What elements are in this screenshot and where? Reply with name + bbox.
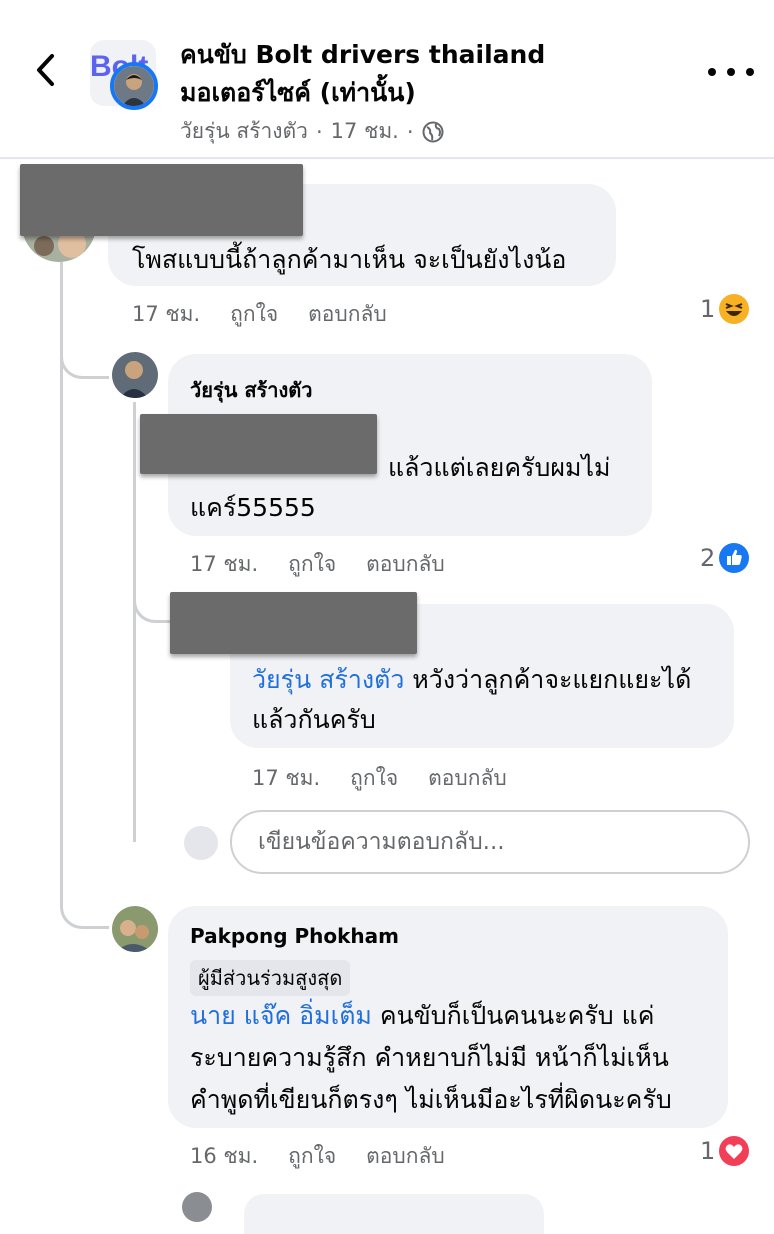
comment-actions: 16 ชม. ถูกใจ ตอบกลับ (190, 1140, 445, 1173)
comment-actions: 17 ชม. ถูกใจ ตอบกลับ (190, 548, 445, 581)
more-options-button[interactable] (708, 56, 754, 88)
mention-link[interactable]: วัยรุ่น สร้างตัว (252, 665, 404, 694)
comment-text-line: แคร์55555 (190, 493, 316, 522)
more-dot-icon (746, 68, 754, 76)
redacted-name (170, 592, 417, 654)
reply-input-placeholder: เขียนข้อความตอบกลับ... (258, 829, 505, 855)
chevron-left-icon (37, 54, 54, 86)
comment-time[interactable]: 17 ชม. (190, 548, 258, 581)
comment-text-line: แล้วแต่เลยครับผมไม่ (388, 453, 611, 482)
reply-button[interactable]: ตอบกลับ (366, 548, 445, 581)
like-button[interactable]: ถูกใจ (288, 548, 336, 581)
reaction-summary[interactable]: 2 (700, 543, 750, 573)
author-name[interactable]: วัยรุ่น สร้างตัว (180, 115, 308, 148)
reply-button[interactable]: ตอบกลับ (428, 762, 507, 795)
thread-connector (60, 880, 109, 929)
like-button[interactable]: ถูกใจ (288, 1140, 336, 1173)
group-title[interactable]: คนขับ Bolt drivers thailand มอเตอร์ไซค์ … (180, 36, 640, 112)
reply-button[interactable]: ตอบกลับ (308, 298, 387, 331)
redacted-name (20, 164, 303, 236)
my-avatar (184, 826, 218, 860)
reaction-summary[interactable]: 1 (700, 1136, 750, 1166)
commenter-name[interactable]: วัยรุ่น สร้างตัว (190, 374, 313, 406)
more-dot-icon (708, 68, 716, 76)
commenter-avatar[interactable] (112, 906, 158, 952)
commenter-avatar[interactable] (182, 1192, 212, 1222)
person-photo-icon (112, 906, 158, 952)
comment-text-line: นาย แจ๊ค อิ่มเต็ม คนขับก็เป็นคนนะครับ แค… (190, 996, 654, 1036)
like-reaction-icon (719, 543, 750, 573)
comment-time[interactable]: 17 ชม. (132, 298, 200, 331)
group-title-line2: มอเตอร์ไซค์ (เท่านั้น) (180, 78, 416, 107)
thread-line (133, 402, 136, 842)
haha-reaction-icon (719, 294, 750, 324)
comment-actions: 17 ชม. ถูกใจ ตอบกลับ (132, 298, 387, 331)
commenter-avatar[interactable] (112, 352, 158, 398)
person-photo-icon (114, 66, 154, 106)
reply-button[interactable]: ตอบกลับ (366, 1140, 445, 1173)
comment-bubble[interactable] (244, 1194, 544, 1234)
author-avatar[interactable] (110, 62, 158, 110)
mention-link[interactable]: นาย แจ๊ค อิ่มเต็ม (190, 1001, 372, 1030)
globe-icon (422, 121, 444, 142)
header-divider (0, 157, 774, 159)
love-reaction-icon (719, 1136, 750, 1166)
comment-text-line: วัยรุ่น สร้างตัว หวังว่าลูกค้าจะแยกแยะได… (252, 660, 691, 700)
back-button[interactable] (26, 50, 66, 90)
like-button[interactable]: ถูกใจ (350, 762, 398, 795)
reaction-count: 1 (700, 295, 716, 323)
more-dot-icon (727, 68, 735, 76)
like-button[interactable]: ถูกใจ (230, 298, 278, 331)
meta-separator: · (315, 119, 323, 144)
comment-text: คนขับก็เป็นคนนะครับ แค่ (371, 1001, 655, 1030)
group-title-line1: คนขับ Bolt drivers thailand (180, 40, 546, 69)
comment-text: หวังว่าลูกค้าจะแยกแยะได้ (404, 665, 692, 694)
post-time[interactable]: 17 ชม. (331, 115, 399, 148)
person-photo-icon (112, 352, 158, 398)
thread-connector (60, 330, 109, 379)
comment-text-line: คำพูดที่เขียนก็ตรงๆ ไม่เห็นมีอะไรที่ผิดน… (190, 1085, 672, 1114)
redacted-name (140, 414, 377, 474)
reaction-count: 2 (700, 544, 716, 572)
reply-input[interactable]: เขียนข้อความตอบกลับ... (230, 810, 750, 874)
meta-separator: · (406, 119, 414, 144)
comment-time[interactable]: 17 ชม. (252, 762, 320, 795)
top-fan-badge: ผู้มีส่วนร่วมสูงสุด (190, 960, 351, 996)
comment-time[interactable]: 16 ชม. (190, 1140, 258, 1173)
reaction-summary[interactable]: 1 (700, 294, 750, 324)
commenter-name[interactable]: Pakpong Phokham (190, 924, 399, 948)
comment-actions: 17 ชม. ถูกใจ ตอบกลับ (252, 762, 507, 795)
comment-text: โพสแบบนี้ถ้าลูกค้ามาเห็น จะเป็นยังไงน้อ (132, 245, 567, 274)
post-meta: วัยรุ่น สร้างตัว · 17 ชม. · (180, 115, 444, 148)
reaction-count: 1 (700, 1137, 716, 1165)
comment-text-line: แล้วกันครับ (252, 705, 376, 734)
comment-text-line: ระบายความรู้สึก คำหยาบก็ไม่มี หน้าก็ไม่เ… (190, 1043, 669, 1072)
